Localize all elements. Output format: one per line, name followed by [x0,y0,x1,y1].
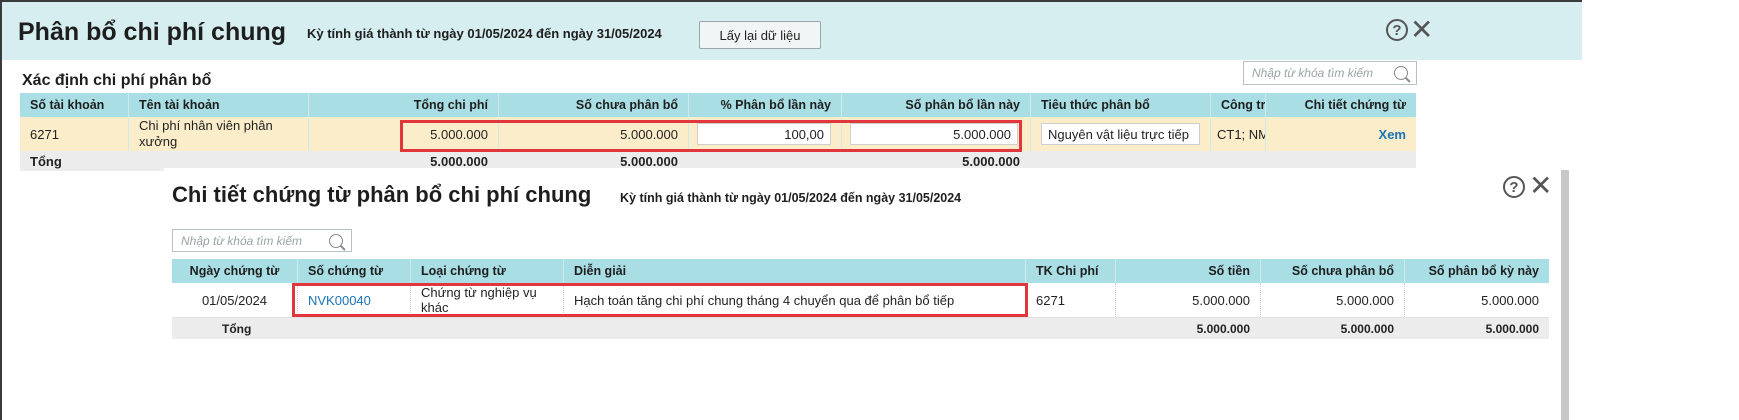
reload-data-button[interactable]: Lấy lại dữ liệu [699,21,821,49]
expense-account: 6271 [1025,283,1115,317]
account-no: 6271 [30,126,59,142]
allocation-dialog: Phân bổ chi phí chung Kỳ tính giá thành … [2,0,1582,188]
account-name-line1: Chi phí nhân viên phân [139,118,273,133]
col-voucher-type[interactable]: Loại chứng từ [410,259,563,283]
detail-total-allocated: 5.000.000 [1485,321,1539,336]
detail-period-text: Kỳ tính giá thành từ ngày 01/05/2024 đến… [620,191,962,205]
col-total-cost[interactable]: Tổng chi phí [308,93,498,117]
detail-table-header: Ngày chứng từ Số chứng từ Loại chứng từ … [172,259,1549,283]
account-name: Chi phí nhân viên phân xưởng [128,117,308,151]
col-account-name[interactable]: Tên tài khoản [128,93,308,117]
detail-close-icon[interactable]: ✕ [1529,172,1552,200]
detail-search-input[interactable]: Nhập từ khóa tìm kiếm [172,229,352,252]
detail-total-amount: 5.000.000 [1196,321,1250,336]
criteria-cell: Nguyên vật liệu trực tiếp [1030,117,1210,151]
detail-total-row: Tổng 5.000.000 5.000.000 5.000.000 [172,318,1549,339]
detail-total-unallocated: 5.000.000 [1340,321,1394,336]
help-icon[interactable]: ? [1386,19,1408,41]
search-input[interactable]: Nhập từ khóa tìm kiếm [1243,61,1417,85]
amount: 5.000.000 [1115,283,1260,317]
search-icon[interactable] [1394,66,1408,80]
criteria-select[interactable]: Nguyên vật liệu trực tiếp [1041,123,1200,145]
project: CT1; NM [1210,117,1265,151]
section-title: Xác định chi phí phân bổ [22,72,212,89]
dialog-title: Phân bổ chi phí chung [18,18,287,46]
col-amount[interactable]: Số tiền [1115,259,1260,283]
table-header: Số tài khoản Tên tài khoản Tổng chi phí … [20,93,1416,117]
view-detail-link[interactable]: Xem [1379,127,1406,142]
detail-highlight-box [292,283,1028,317]
close-icon[interactable]: ✕ [1410,16,1433,44]
detail-unallocated: 5.000.000 [1260,283,1404,317]
detail-total-label: Tổng [222,321,252,336]
col-allocated-period[interactable]: Số phân bổ kỳ này [1404,259,1549,283]
detail-cell: Xem [1265,117,1416,151]
account-name-line2: xưởng [139,134,178,149]
scrollbar[interactable] [1561,170,1569,420]
col-voucher-no[interactable]: Số chứng từ [297,259,410,283]
col-expense-account[interactable]: TK Chi phí [1025,259,1115,283]
period-text: Kỳ tính giá thành từ ngày 01/05/2024 đến… [307,26,662,41]
detail-search-icon[interactable] [329,233,343,248]
detail-search-placeholder: Nhập từ khóa tìm kiếm [181,233,302,248]
col-description[interactable]: Diễn giải [563,259,1025,283]
detail-help-icon[interactable]: ? [1503,176,1525,198]
col-project[interactable]: Công trì [1210,93,1265,117]
col-allocated[interactable]: Số phân bổ lần này [841,93,1030,117]
allocated-period: 5.000.000 [1404,283,1549,317]
col-unallocated[interactable]: Số chưa phân bổ [498,93,688,117]
search-placeholder: Nhập từ khóa tìm kiếm [1252,66,1373,80]
col-detail-unallocated[interactable]: Số chưa phân bổ [1260,259,1404,283]
highlight-box [400,120,1022,152]
col-percent[interactable]: % Phân bổ lần này [688,93,841,117]
detail-dialog-title: Chi tiết chứng từ phân bổ chi phí chung [172,182,592,207]
col-criteria[interactable]: Tiêu thức phân bổ [1030,93,1210,117]
col-voucher-date[interactable]: Ngày chứng từ [172,259,297,283]
total-label: Tổng [30,153,62,169]
col-detail[interactable]: Chi tiết chứng từ [1265,93,1416,117]
col-account-no[interactable]: Số tài khoản [20,93,128,117]
voucher-date: 01/05/2024 [201,292,268,308]
